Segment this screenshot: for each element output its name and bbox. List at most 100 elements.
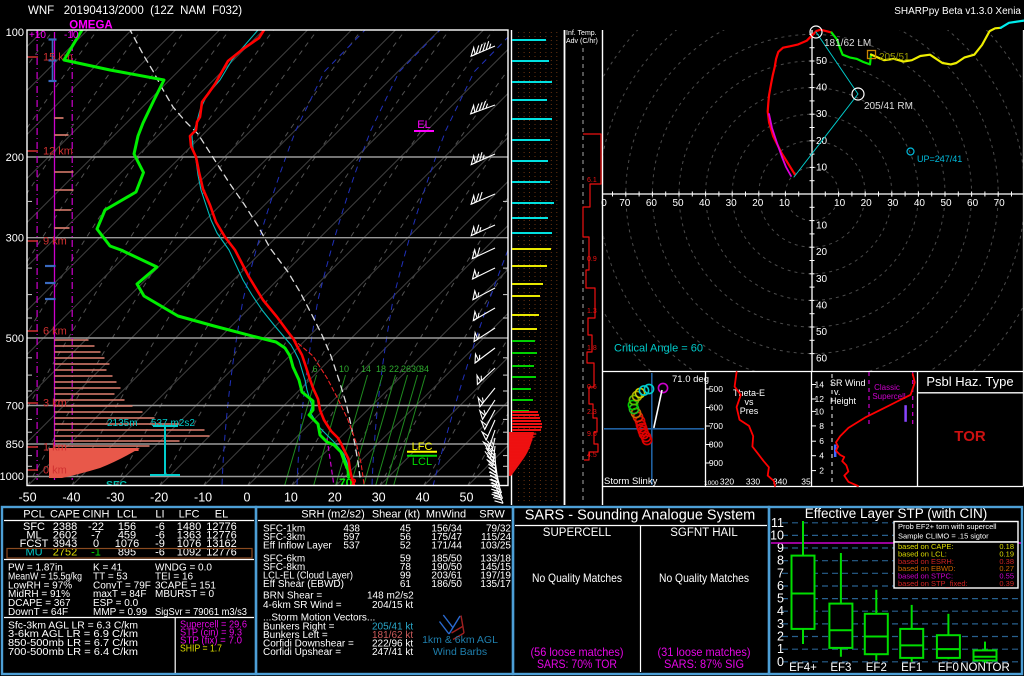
svg-text:320: 320 [720, 477, 734, 487]
svg-text:1.3: 1.3 [587, 308, 597, 315]
svg-text:0: 0 [601, 198, 607, 209]
svg-text:2135m: 2135m [107, 418, 138, 429]
svg-text:1.8: 1.8 [587, 345, 597, 352]
svg-text:1 km: 1 km [43, 442, 67, 454]
svg-text:537: 537 [343, 541, 360, 552]
svg-text:30: 30 [887, 198, 899, 209]
svg-text:EL: EL [215, 509, 228, 521]
svg-text:6: 6 [312, 364, 317, 374]
svg-text:SHIP = 1.7: SHIP = 1.7 [180, 642, 222, 654]
svg-text:60: 60 [646, 198, 658, 209]
svg-text:18: 18 [376, 364, 386, 374]
svg-text:based on STP_fixed:: based on STP_fixed: [898, 579, 968, 588]
svg-text:Height: Height [830, 396, 857, 406]
svg-text:8: 8 [819, 421, 824, 431]
svg-text:DownT = 64F: DownT = 64F [8, 607, 68, 618]
svg-text:171/44: 171/44 [431, 541, 462, 552]
svg-text:5: 5 [777, 592, 784, 606]
svg-text:60: 60 [816, 354, 828, 365]
svg-text:700: 700 [6, 401, 24, 413]
svg-text:26: 26 [401, 364, 411, 374]
svg-text:LCL: LCL [117, 509, 137, 521]
svg-text:9 km: 9 km [43, 236, 67, 248]
svg-text:-50: -50 [18, 491, 36, 505]
svg-text:135/17: 135/17 [480, 579, 511, 590]
svg-text:10: 10 [284, 491, 298, 505]
svg-text:52: 52 [400, 541, 412, 552]
svg-text:SARS: 70% TOR: SARS: 70% TOR [537, 657, 617, 671]
svg-text:70: 70 [994, 198, 1006, 209]
svg-text:Storm Slinky: Storm Slinky [604, 476, 658, 487]
svg-text:7: 7 [777, 566, 784, 580]
svg-text:50: 50 [940, 198, 952, 209]
svg-text:Eff Shear (EBWD): Eff Shear (EBWD) [263, 579, 344, 590]
svg-text:8: 8 [777, 554, 784, 568]
svg-text:0.9: 0.9 [587, 256, 597, 263]
svg-text:10: 10 [816, 221, 828, 232]
svg-text:500: 500 [6, 333, 24, 345]
svg-text:700: 700 [709, 421, 723, 431]
svg-text:10: 10 [339, 364, 349, 374]
svg-text:SGFNT HAIL: SGFNT HAIL [670, 527, 738, 539]
svg-text:200: 200 [6, 152, 24, 164]
svg-text:30: 30 [816, 109, 828, 120]
svg-text:4: 4 [777, 604, 784, 618]
svg-text:2.3: 2.3 [587, 409, 597, 416]
svg-text:6: 6 [819, 436, 824, 446]
svg-text:Shear (kt): Shear (kt) [372, 509, 420, 521]
svg-text:1km & 6km AGL: 1km & 6km AGL [422, 634, 498, 646]
svg-text:600: 600 [709, 403, 723, 413]
svg-text:11: 11 [771, 516, 784, 530]
svg-text:0: 0 [777, 655, 784, 669]
svg-text:10: 10 [779, 198, 791, 209]
svg-text:PCL: PCL [23, 509, 44, 521]
svg-text:MMP = 0.99: MMP = 0.99 [93, 607, 147, 618]
svg-text:20: 20 [816, 247, 828, 258]
svg-text:6.1: 6.1 [587, 177, 597, 184]
svg-text:No Quality Matches: No Quality Matches [532, 571, 622, 585]
svg-text:9.6: 9.6 [587, 431, 597, 438]
svg-text:SUPERCELL: SUPERCELL [543, 527, 612, 539]
svg-text:Wind Barbs: Wind Barbs [433, 646, 487, 658]
svg-text:CINH: CINH [83, 509, 110, 521]
svg-text:3: 3 [777, 617, 784, 631]
svg-text:500: 500 [709, 384, 723, 394]
svg-text:204/15 kt: 204/15 kt [372, 600, 413, 611]
svg-text:4: 4 [819, 451, 824, 461]
svg-text:50: 50 [460, 491, 474, 505]
svg-text:100: 100 [6, 27, 24, 39]
svg-text:30: 30 [726, 198, 738, 209]
svg-text:EF2: EF2 [866, 662, 887, 674]
svg-text:34: 34 [419, 364, 429, 374]
svg-text:186/50: 186/50 [431, 579, 462, 590]
svg-text:2: 2 [777, 630, 784, 644]
svg-text:UP=247/41: UP=247/41 [917, 154, 962, 164]
svg-text:71.0 deg: 71.0 deg [672, 374, 709, 385]
svg-text:300: 300 [6, 233, 24, 245]
svg-text:EL: EL [417, 119, 430, 131]
svg-text:4-6km SR Wind =: 4-6km SR Wind = [263, 600, 342, 611]
svg-text:70: 70 [619, 198, 631, 209]
svg-text:61: 61 [400, 579, 412, 590]
svg-text:1000: 1000 [704, 480, 719, 487]
svg-text:CAPE: CAPE [50, 509, 80, 521]
svg-text:SRW: SRW [479, 509, 505, 521]
svg-text:40: 40 [699, 198, 711, 209]
svg-text:0: 0 [244, 491, 251, 505]
svg-text:-30: -30 [106, 491, 124, 505]
svg-text:50: 50 [816, 327, 828, 338]
svg-text:WNF 20190413/2000 (12Z NAM: WNF 20190413/2000 (12Z NAM F032) [28, 5, 242, 17]
svg-text:1000: 1000 [0, 471, 24, 483]
svg-text:Effective Layer STP (with CIN): Effective Layer STP (with CIN) [805, 506, 988, 521]
svg-text:-40: -40 [62, 491, 80, 505]
svg-text:Pres: Pres [740, 406, 759, 416]
svg-text:30: 30 [816, 274, 828, 285]
svg-text:6: 6 [777, 579, 784, 593]
svg-text:50: 50 [672, 198, 684, 209]
svg-text:SARS: 87% SIG: SARS: 87% SIG [664, 657, 744, 671]
svg-text:247/41 kt: 247/41 kt [372, 647, 413, 658]
svg-text:35: 35 [801, 477, 811, 487]
svg-text:2: 2 [819, 466, 824, 476]
svg-text:20: 20 [861, 198, 873, 209]
svg-text:NONTOR: NONTOR [960, 662, 1010, 674]
